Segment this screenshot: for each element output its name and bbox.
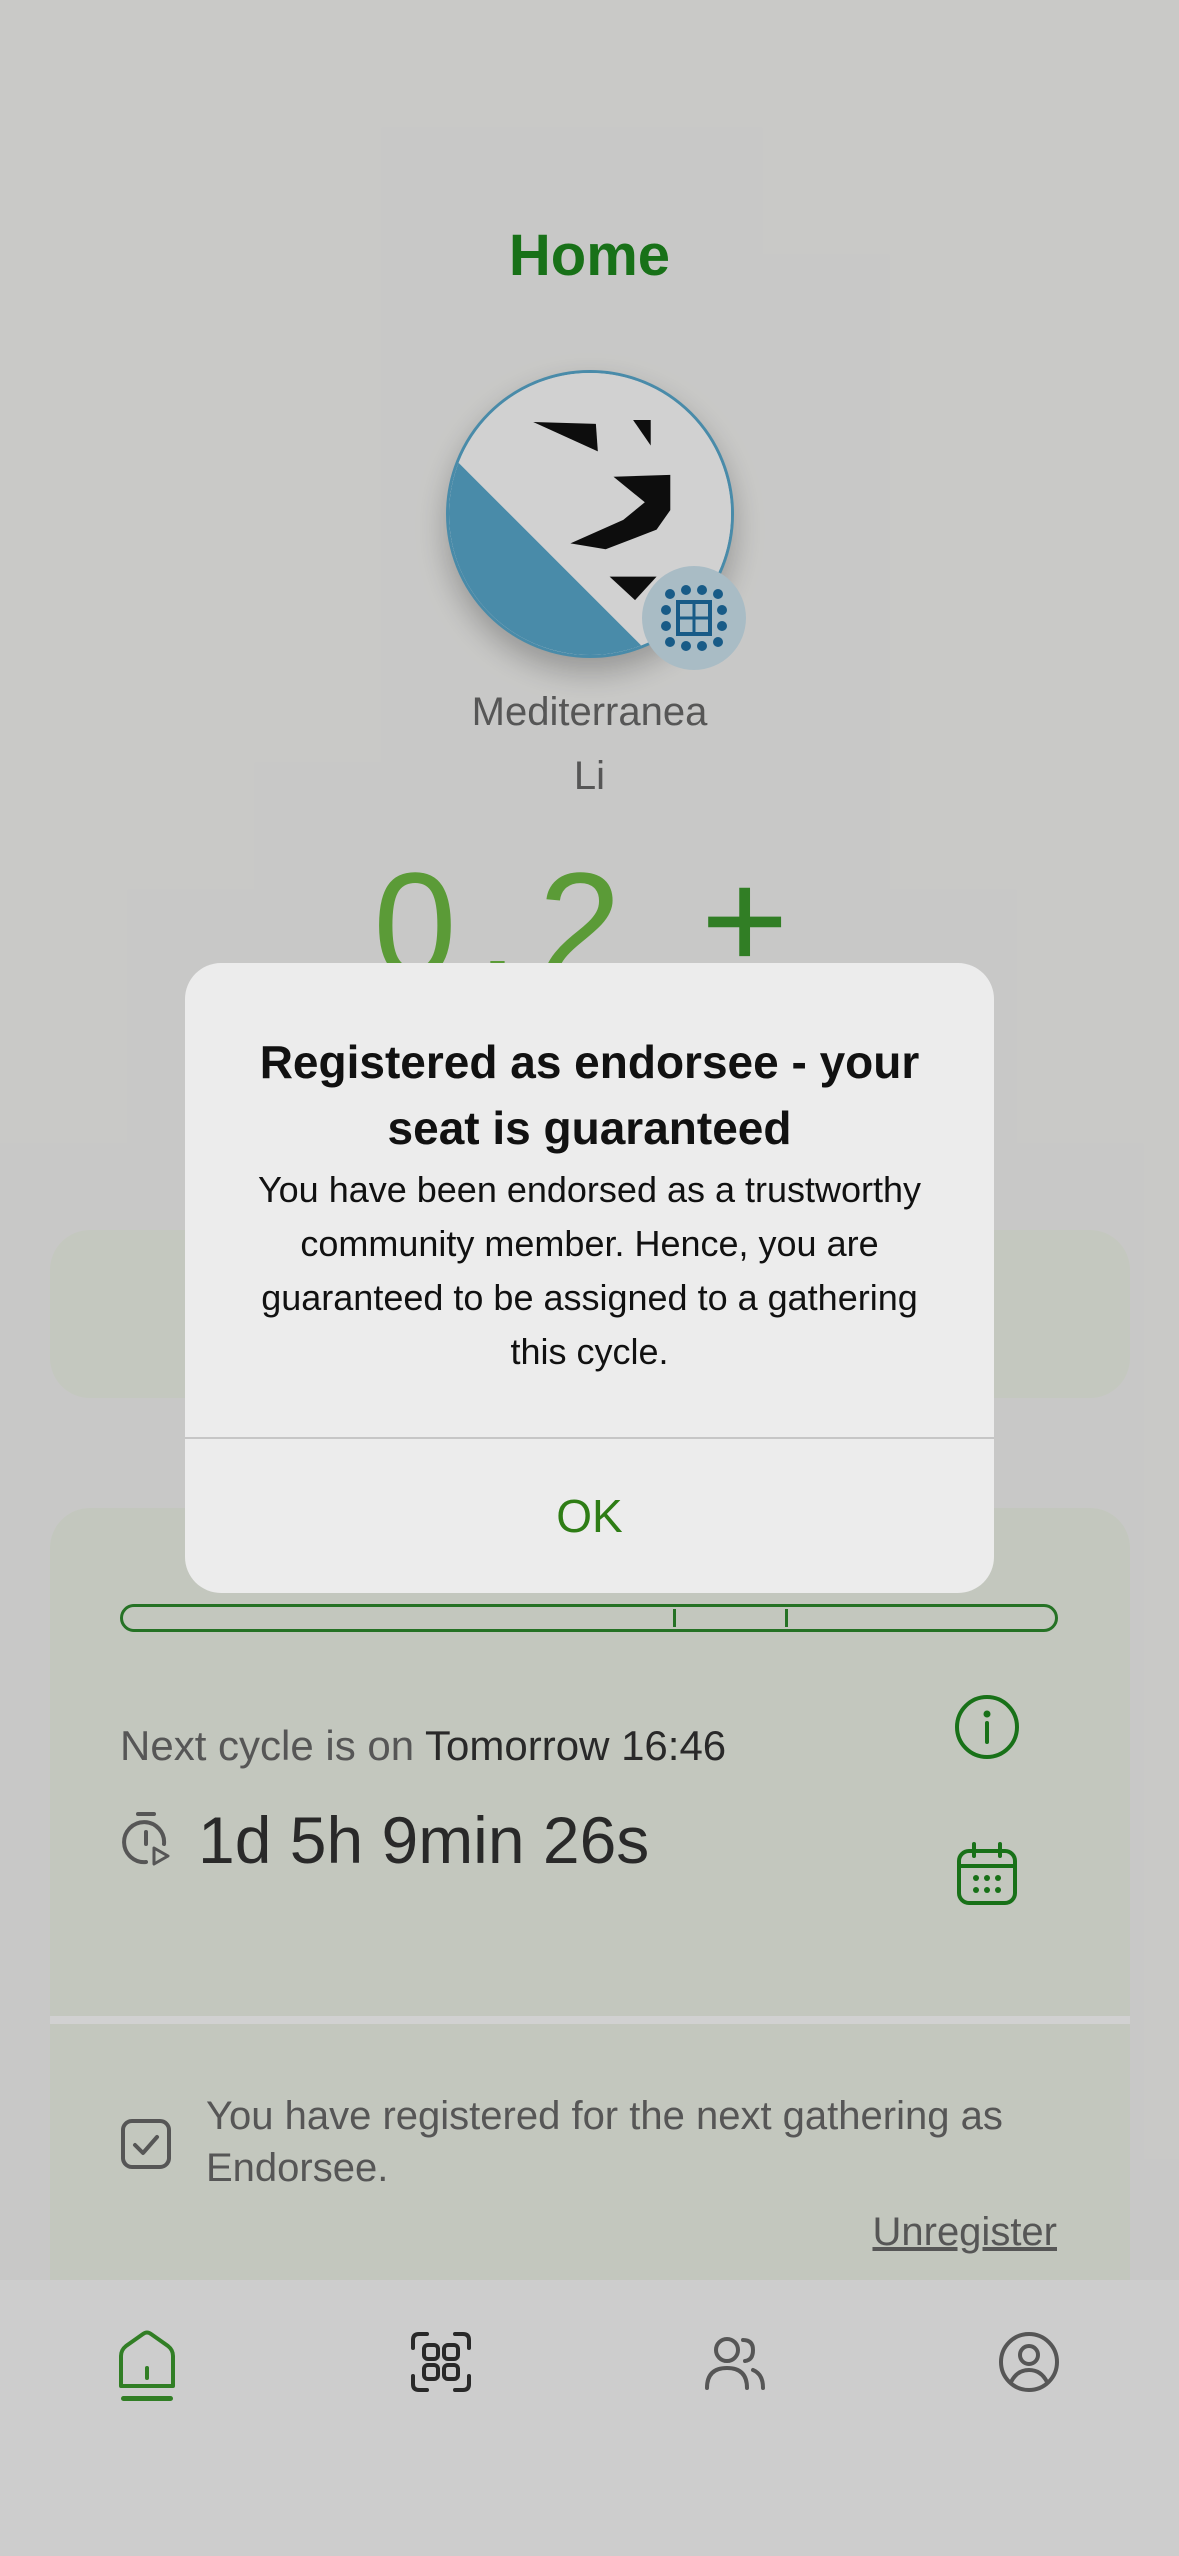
alert-title: Registered as endorsee - your seat is gu… [259, 1036, 920, 1154]
alert-dialog: Registered as endorsee - your seat is gu… [185, 963, 994, 1593]
ok-button[interactable]: OK [185, 1439, 994, 1593]
alert-message: You have been endorsed as a trustworthy … [257, 1169, 922, 1372]
